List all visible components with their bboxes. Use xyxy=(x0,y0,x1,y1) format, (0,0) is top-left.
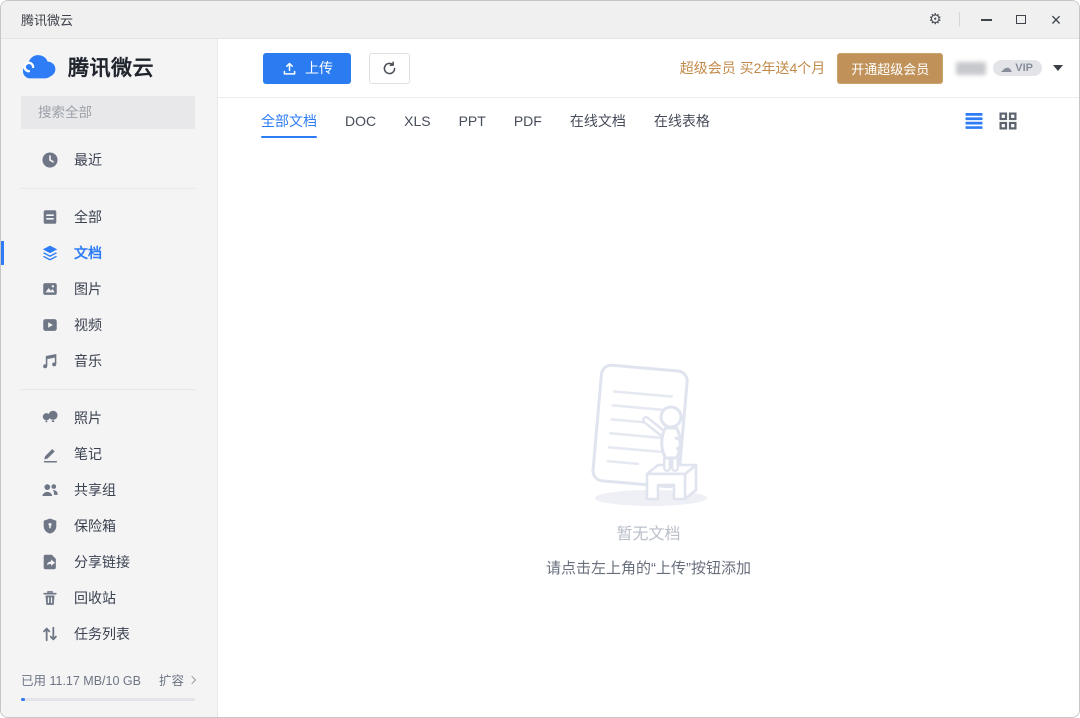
video-icon xyxy=(41,316,59,334)
sidebar: 腾讯微云 最近 xyxy=(1,39,218,717)
chevron-right-icon xyxy=(188,675,196,683)
sidebar-item-label: 全部 xyxy=(74,207,102,227)
trash-icon xyxy=(41,589,59,607)
nav-divider xyxy=(21,188,195,189)
search-input[interactable] xyxy=(38,105,215,120)
tab-ppt[interactable]: PPT xyxy=(459,109,486,133)
expand-storage-link[interactable]: 扩容 xyxy=(159,670,195,689)
sidebar-item-task-list[interactable]: 任务列表 xyxy=(1,616,217,652)
close-icon: × xyxy=(1051,11,1062,29)
storage-usage-text: 已用 11.17 MB/10 GB xyxy=(21,670,141,689)
search-box[interactable] xyxy=(21,96,195,129)
list-view-button[interactable] xyxy=(965,112,983,130)
sidebar-item-videos[interactable]: 视频 xyxy=(1,307,217,343)
sidebar-item-label: 共享组 xyxy=(74,480,116,500)
sidebar-item-docs[interactable]: 文档 xyxy=(1,235,217,271)
sidebar-item-photos[interactable]: 照片 xyxy=(1,400,217,436)
username-redacted xyxy=(956,62,986,75)
window-title: 腾讯微云 xyxy=(21,10,73,29)
sidebar-item-images[interactable]: 图片 xyxy=(1,271,217,307)
settings-gear-icon[interactable]: ⚙ xyxy=(929,12,942,27)
upload-icon xyxy=(281,60,298,77)
image-icon xyxy=(41,280,59,298)
upload-button-label: 上传 xyxy=(305,58,333,78)
minimize-button[interactable] xyxy=(977,11,995,29)
vip-badge: ☁ VIP xyxy=(993,60,1042,76)
sidebar-item-label: 照片 xyxy=(74,408,102,428)
sidebar-item-label: 文档 xyxy=(74,243,102,263)
shield-icon xyxy=(41,517,59,535)
sidebar-item-share-links[interactable]: 分享链接 xyxy=(1,544,217,580)
sidebar-nav: 最近 全部 文档 xyxy=(1,129,217,670)
sidebar-item-label: 保险箱 xyxy=(74,516,116,536)
tab-online-docs[interactable]: 在线文档 xyxy=(570,107,626,135)
vip-promo-text: 超级会员 买2年送4个月 xyxy=(680,58,825,78)
tab-xls[interactable]: XLS xyxy=(404,109,430,133)
music-icon xyxy=(41,352,59,370)
tab-online-sheets[interactable]: 在线表格 xyxy=(654,107,710,135)
sidebar-item-safe-box[interactable]: 保险箱 xyxy=(1,508,217,544)
maximize-icon xyxy=(1016,15,1026,24)
empty-state: 暂无文档 请点击左上角的“上传”按钮添加 xyxy=(546,362,751,578)
users-icon xyxy=(41,481,59,499)
upload-button[interactable]: 上传 xyxy=(263,53,351,84)
sidebar-item-music[interactable]: 音乐 xyxy=(1,343,217,379)
grid-view-icon xyxy=(999,112,1017,130)
list-view-icon xyxy=(965,112,983,130)
tab-pdf[interactable]: PDF xyxy=(514,109,542,133)
empty-state-title: 暂无文档 xyxy=(616,520,680,544)
sidebar-item-label: 视频 xyxy=(74,315,102,335)
refresh-button[interactable] xyxy=(369,53,410,84)
close-button[interactable]: × xyxy=(1047,11,1065,29)
nav-divider xyxy=(21,389,195,390)
pen-icon xyxy=(41,445,59,463)
vip-badge-label: VIP xyxy=(1015,62,1033,74)
storage-panel: 已用 11.17 MB/10 GB 扩容 xyxy=(1,670,217,717)
sidebar-item-label: 分享链接 xyxy=(74,552,130,572)
maximize-button[interactable] xyxy=(1012,11,1030,29)
file-list-area: 暂无文档 请点击左上角的“上传”按钮添加 xyxy=(218,144,1079,717)
empty-docs-illustration xyxy=(569,362,729,510)
sidebar-item-label: 笔记 xyxy=(74,444,102,464)
sidebar-item-label: 图片 xyxy=(74,279,102,299)
file-icon xyxy=(41,208,59,226)
storage-progress-track xyxy=(21,698,195,701)
sidebar-item-recent[interactable]: 最近 xyxy=(1,142,217,178)
user-menu-caret-icon[interactable] xyxy=(1053,65,1063,71)
grid-view-button[interactable] xyxy=(999,112,1017,130)
share-icon xyxy=(41,553,59,571)
tabs-bar: 全部文档 DOC XLS PPT PDF 在线文档 在线表格 xyxy=(218,98,1079,144)
clock-icon xyxy=(41,151,59,169)
sidebar-item-label: 音乐 xyxy=(74,351,102,371)
tab-doc[interactable]: DOC xyxy=(345,109,376,133)
storage-progress-fill xyxy=(21,698,25,701)
cloud-vip-icon: ☁ xyxy=(1000,62,1012,74)
logo-text: 腾讯微云 xyxy=(68,52,154,82)
minimize-icon xyxy=(981,19,992,21)
expand-storage-label: 扩容 xyxy=(159,670,184,689)
layers-icon xyxy=(41,244,59,262)
sidebar-item-notes[interactable]: 笔记 xyxy=(1,436,217,472)
transfer-arrows-icon xyxy=(41,625,59,643)
main-panel: 上传 超级会员 买2年送4个月 开通超级会员 ☁ VIP 全部文档 xyxy=(218,39,1079,717)
cloud-logo-icon xyxy=(19,53,59,82)
empty-state-hint: 请点击左上角的“上传”按钮添加 xyxy=(546,557,751,578)
refresh-icon xyxy=(381,60,398,77)
app-window: 腾讯微云 ⚙ × 腾讯微云 xyxy=(0,0,1080,718)
sidebar-item-label: 任务列表 xyxy=(74,624,130,644)
sidebar-item-shared-groups[interactable]: 共享组 xyxy=(1,472,217,508)
sidebar-item-recycle-bin[interactable]: 回收站 xyxy=(1,580,217,616)
toolbar: 上传 超级会员 买2年送4个月 开通超级会员 ☁ VIP xyxy=(218,39,1079,98)
sidebar-item-all[interactable]: 全部 xyxy=(1,199,217,235)
balloons-icon xyxy=(41,409,59,427)
sidebar-item-label: 回收站 xyxy=(74,588,116,608)
tab-all-docs[interactable]: 全部文档 xyxy=(261,107,317,135)
open-super-vip-button[interactable]: 开通超级会员 xyxy=(837,53,943,84)
sidebar-item-label: 最近 xyxy=(74,150,102,170)
titlebar-divider xyxy=(959,12,960,27)
app-logo: 腾讯微云 xyxy=(1,39,217,92)
titlebar: 腾讯微云 ⚙ × xyxy=(1,1,1079,39)
